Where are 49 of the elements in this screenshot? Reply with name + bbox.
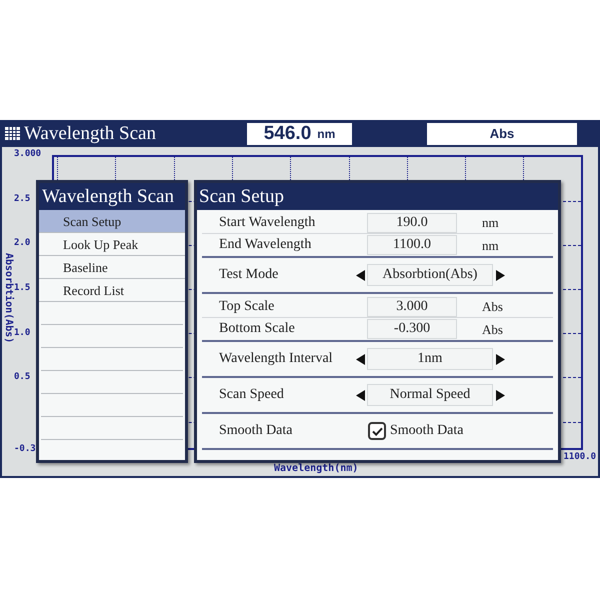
wavelength-unit: nm	[317, 128, 336, 140]
y-axis-label: Absorbtion(Abs)	[3, 253, 13, 344]
left-triangle-icon[interactable]	[356, 270, 365, 280]
right-triangle-icon[interactable]	[496, 390, 505, 400]
y-tick-label: 3.000	[14, 150, 42, 159]
y-tick-label: 1.0	[14, 328, 30, 338]
checkmark-icon	[372, 426, 382, 436]
checkbox-label: Smooth Data	[390, 424, 464, 438]
menu-item[interactable]: Scan Setup	[39, 210, 185, 233]
unit-label: Abs	[482, 300, 503, 313]
setting-label: Wavelength Interval	[219, 352, 334, 366]
value-field[interactable]: -0.300	[367, 319, 457, 339]
right-triangle-icon[interactable]	[496, 354, 505, 364]
menu-item[interactable]: Baseline	[39, 256, 185, 279]
setting-label: Scan Speed	[219, 388, 285, 402]
setting-label: End Wavelength	[219, 238, 312, 252]
y-tick-label: 2.0	[14, 239, 30, 248]
setting-label: Smooth Data	[219, 424, 294, 438]
value-field[interactable]: 3.000	[367, 296, 457, 316]
unit-label: Abs	[482, 322, 503, 336]
x-tick-label: 1100.0	[563, 453, 596, 462]
value-field[interactable]: 1100.0	[367, 235, 457, 255]
setting-label: Start Wavelength	[219, 216, 316, 230]
option-field[interactable]: Absorbtion(Abs)	[367, 264, 493, 286]
mode-display: Abs	[427, 122, 577, 144]
y-tick-label: -0.3	[14, 445, 36, 454]
option-field[interactable]: Normal Speed	[367, 384, 493, 406]
value-field[interactable]: 190.0	[367, 212, 457, 232]
y-tick-label: 0.5	[14, 373, 30, 382]
setup-title: Scan Setup	[197, 183, 558, 210]
right-triangle-icon[interactable]	[496, 270, 505, 280]
menu-item[interactable]: Record List	[39, 279, 185, 302]
grid-icon	[5, 127, 20, 140]
unit-label: nm	[482, 238, 499, 252]
menu-title: Wavelength Scan	[39, 183, 185, 210]
x-axis-label: Wavelength(nm)	[274, 464, 358, 474]
option-field[interactable]: 1nm	[367, 348, 493, 370]
left-triangle-icon[interactable]	[356, 354, 365, 364]
menu-item[interactable]: Look Up Peak	[39, 233, 185, 256]
window-title: Wavelength Scan	[24, 124, 156, 143]
setting-label: Bottom Scale	[219, 322, 296, 336]
setting-label: Test Mode	[219, 268, 280, 282]
left-triangle-icon[interactable]	[356, 390, 365, 400]
y-tick-label: 2.5	[14, 194, 30, 204]
wavelength-value: 546.0	[264, 124, 312, 143]
unit-label: nm	[482, 216, 499, 229]
checkbox[interactable]	[368, 422, 386, 440]
setting-label: Top Scale	[219, 300, 276, 314]
y-tick-label: 1.5	[14, 284, 30, 294]
